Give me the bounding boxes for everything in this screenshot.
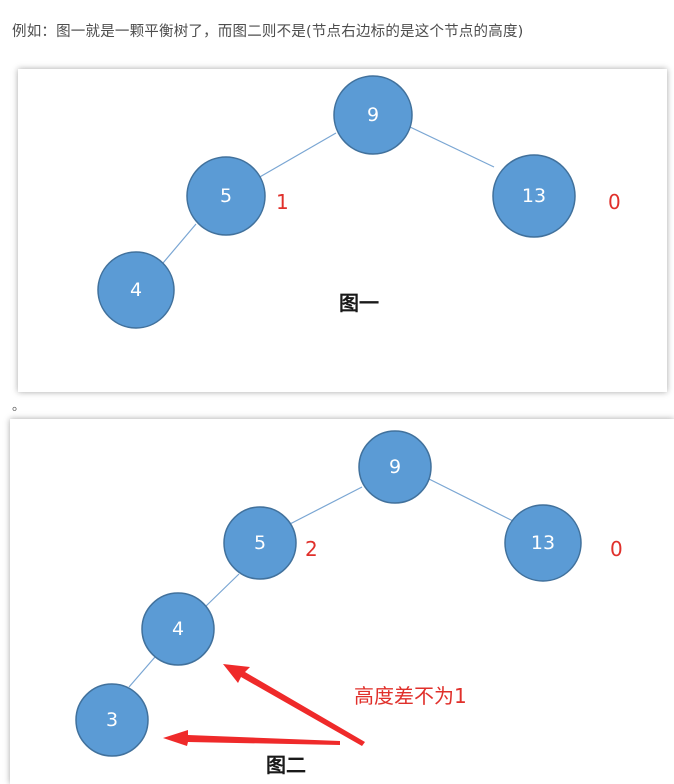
node-value: 4	[130, 279, 142, 301]
node-value: 4	[172, 618, 184, 640]
tree-node-9: 9	[358, 430, 432, 504]
height-label-node-13: 0	[610, 537, 623, 561]
height-difference-annotation: 高度差不为1	[354, 684, 467, 708]
tree-node-5: 5	[223, 506, 297, 580]
edge-5-4	[162, 223, 197, 264]
intro-text: 例如：图一就是一颗平衡树了，而图二则不是(节点右边标的是这个节点的高度)	[12, 24, 524, 40]
figure-1-balanced-tree: 9 5 13 4 1 0 图一	[18, 69, 667, 392]
node-value: 13	[522, 185, 546, 207]
tree-node-9: 9	[333, 75, 413, 155]
edge-9-5	[287, 486, 363, 526]
height-label-node-5: 1	[276, 190, 289, 214]
edge-9-13	[409, 126, 495, 168]
tree-node-4: 4	[97, 251, 175, 329]
edge-9-5	[257, 132, 337, 179]
edge-9-13	[428, 478, 516, 523]
height-label-node-5: 2	[305, 537, 318, 561]
tree-node-3: 3	[75, 683, 149, 757]
edge-4-3	[128, 656, 156, 688]
figure-1-diagram: 9 5 13 4 1 0 图一	[97, 75, 621, 329]
figure-1-caption: 图一	[339, 291, 379, 315]
figure-2-caption: 图二	[266, 753, 306, 777]
tree-node-4: 4	[141, 592, 215, 666]
edge-5-4	[204, 573, 240, 608]
node-value: 5	[220, 185, 232, 207]
tree-node-13: 13	[504, 504, 582, 582]
arrow-to-node-4	[223, 664, 365, 746]
tree-node-5: 5	[186, 156, 266, 236]
node-value: 5	[254, 532, 266, 554]
figure-2-diagram: 9 5 13 4 3 2 0 高度差不为1 图二	[75, 430, 623, 777]
node-value: 9	[367, 104, 379, 126]
height-label-node-13: 0	[608, 190, 621, 214]
figure-2-unbalanced-tree: 9 5 13 4 3 2 0 高度差不为1 图二	[10, 419, 674, 784]
arrow-to-node-3	[163, 730, 340, 746]
node-value: 9	[389, 456, 401, 478]
node-value: 3	[106, 709, 118, 731]
tree-node-13: 13	[492, 154, 576, 238]
node-value: 13	[531, 532, 555, 554]
separator-mark: 。	[12, 399, 26, 414]
